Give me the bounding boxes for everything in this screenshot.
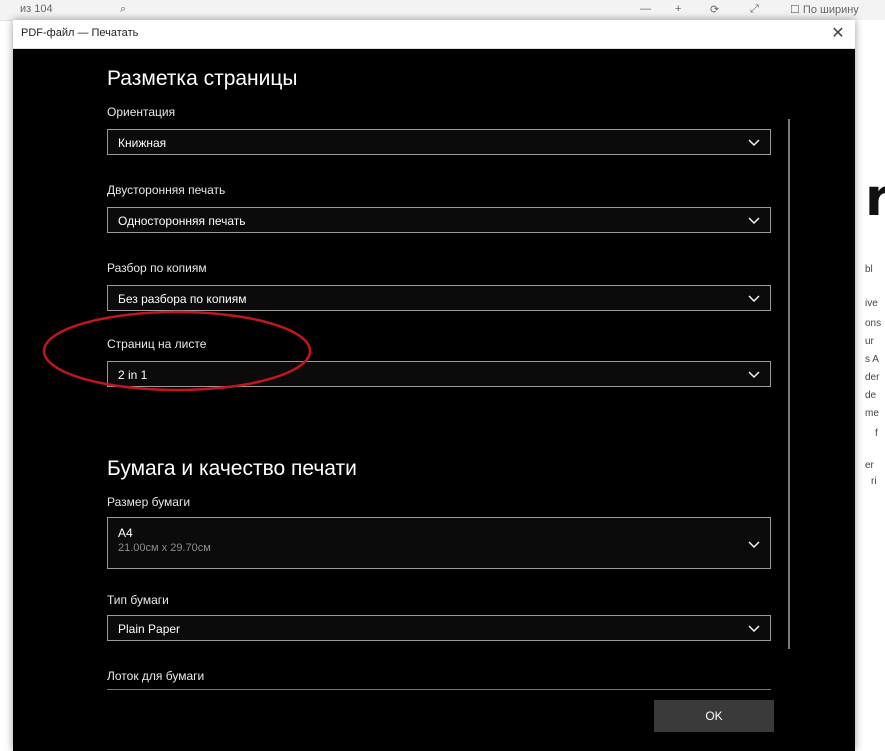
chevron-down-icon [748, 371, 760, 378]
zoom-in-icon[interactable]: + [675, 3, 681, 15]
paper-tray-label: Лоток для бумаги [107, 669, 205, 683]
collation-value: Без разбора по копиям [118, 292, 247, 306]
section-heading-paper-quality: Бумага и качество печати [107, 457, 357, 480]
section-heading-page-layout: Разметка страницы [107, 67, 298, 90]
paper-type-value: Plain Paper [118, 622, 181, 636]
document-text-fragment: me [865, 408, 879, 419]
duplex-select[interactable]: Односторонняя печать [107, 207, 771, 233]
document-text-fragment: ur [865, 336, 874, 347]
background-document: r bl ive ons ur s A der de me f er ri [855, 20, 885, 751]
orientation-label: Ориентация [107, 105, 176, 119]
paper-size-label: Размер бумаги [107, 495, 191, 509]
paper-type-label: Тип бумаги [107, 593, 169, 607]
duplex-value: Односторонняя печать [118, 214, 246, 228]
rotate-icon[interactable]: ⟳ [710, 3, 719, 16]
document-text-fragment: er [865, 460, 874, 471]
document-text-fragment: ive [865, 298, 878, 309]
ok-button[interactable]: OK [654, 700, 774, 732]
document-heading-fragment: r [865, 168, 885, 228]
paper-size-select[interactable]: A4 21.00см x 29.70см [107, 517, 771, 569]
fullscreen-icon[interactable]: ⤢ [750, 3, 759, 16]
zoom-out-icon[interactable]: — [640, 3, 651, 15]
search-icon[interactable]: ⌕ [120, 3, 126, 16]
chevron-down-icon [748, 625, 760, 632]
chevron-down-icon [748, 541, 760, 548]
document-text-fragment: bl [865, 264, 873, 275]
collation-label: Разбор по копиям [107, 261, 207, 275]
highlight-ellipse [42, 310, 312, 392]
document-text-fragment: der [865, 372, 880, 383]
scrollbar[interactable] [788, 119, 790, 649]
chevron-down-icon [748, 295, 760, 302]
orientation-value: Книжная [118, 136, 167, 150]
document-text-fragment: ons [865, 318, 882, 329]
document-text-fragment: f [875, 428, 878, 439]
paper-size-dimensions: 21.00см x 29.70см [118, 542, 211, 554]
document-text-fragment: ri [871, 476, 877, 487]
background-toolbar: из 104 ⌕ — + ⟳ ⤢ ☐ По ширину [0, 0, 885, 21]
close-icon[interactable]: ✕ [827, 23, 849, 45]
fit-width-label: По ширину [802, 4, 859, 16]
paper-tray-select-edge[interactable] [107, 689, 771, 690]
dialog-title: PDF-файл — Печатать [21, 27, 139, 39]
page-count: из 104 [20, 3, 53, 15]
chevron-down-icon [748, 217, 760, 224]
chevron-down-icon [748, 139, 760, 146]
document-text-fragment: de [865, 390, 877, 401]
orientation-select[interactable]: Книжная [107, 129, 771, 155]
fit-width-button[interactable]: ☐ По ширину [790, 3, 859, 16]
document-text-fragment: s A [865, 354, 879, 365]
dialog-titlebar: PDF-файл — Печатать ✕ [13, 20, 855, 49]
paper-size-value: A4 [118, 526, 133, 540]
dialog-content[interactable]: Разметка страницы Ориентация Книжная Дву… [13, 49, 855, 751]
duplex-label: Двусторонняя печать [107, 183, 226, 197]
paper-type-select[interactable]: Plain Paper [107, 615, 771, 641]
